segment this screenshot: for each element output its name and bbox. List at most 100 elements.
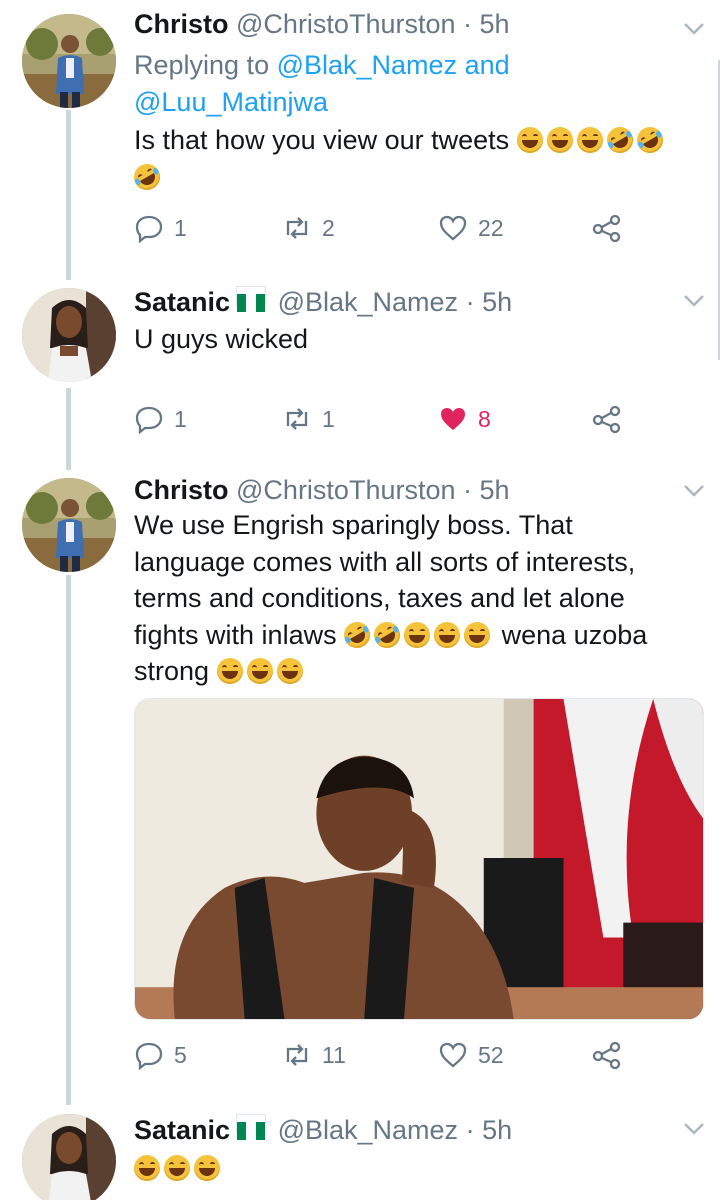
reply-button[interactable]: 1	[134, 211, 187, 245]
like-count: 8	[478, 405, 491, 432]
heart-icon	[439, 1042, 467, 1068]
retweet-button[interactable]: 11	[282, 1038, 346, 1072]
grinning-sweat-emoji	[546, 127, 573, 153]
reply-button[interactable]: 1	[134, 402, 187, 436]
separator-dot: ·	[465, 287, 475, 317]
chevron-down-icon[interactable]	[683, 294, 705, 308]
tweet-header: Christo @ChristoThurston · 5h	[134, 474, 510, 506]
timestamp[interactable]: 5h	[480, 9, 510, 39]
chevron-down-icon[interactable]	[683, 22, 705, 36]
thread-line	[66, 575, 71, 1105]
display-name[interactable]: Christo	[134, 475, 229, 505]
reply-button[interactable]: 5	[134, 1038, 187, 1072]
nigeria-flag-icon	[236, 286, 267, 312]
rofl-emoji	[339, 616, 375, 653]
scrollbar[interactable]	[718, 60, 725, 360]
chevron-down-icon[interactable]	[683, 1122, 705, 1136]
grinning-sweat-emoji	[276, 658, 303, 684]
reply-count: 5	[174, 1041, 187, 1068]
display-name[interactable]: Christo	[134, 9, 229, 39]
timestamp[interactable]: 5h	[482, 1115, 512, 1145]
grinning-sweat-emoji	[516, 127, 543, 153]
tweet-text-line: strong	[134, 656, 210, 686]
separator-dot: ·	[463, 9, 473, 39]
replying-prefix: Replying to	[134, 50, 277, 80]
grinning-sweat-emoji	[134, 1155, 160, 1181]
share-button[interactable]	[592, 211, 632, 245]
tweet-actions: 5 11 52	[134, 1038, 634, 1072]
tweet-header: Satanic @Blak_Namez · 5h	[134, 286, 512, 318]
chevron-down-icon[interactable]	[683, 484, 705, 498]
replying-to: Replying to @Blak_Namez and @Luu_Matinjw…	[134, 47, 510, 121]
retweet-icon	[286, 217, 308, 239]
share-icon	[592, 1041, 621, 1070]
tweet-text	[134, 1150, 694, 1187]
tweet-text-content: U guys wicked	[134, 324, 309, 354]
timestamp[interactable]: 5h	[480, 475, 510, 505]
tweet-actions: 1 2 22	[134, 211, 634, 245]
grinning-sweat-emoji	[404, 621, 431, 648]
tweet-actions: 1 1 8	[134, 402, 634, 436]
share-button[interactable]	[592, 1038, 632, 1072]
like-count: 52	[478, 1041, 504, 1068]
display-name[interactable]: Satanic	[134, 1115, 230, 1145]
nigeria-flag-icon	[236, 1114, 267, 1140]
tweet-header: Christo @ChristoThurston · 5h	[134, 8, 510, 40]
retweet-button[interactable]: 2	[282, 211, 335, 245]
rofl-emoji	[601, 122, 638, 158]
avatar[interactable]	[22, 1114, 116, 1200]
heart-icon	[439, 215, 467, 241]
grinning-sweat-emoji	[464, 621, 491, 648]
tweet-text: Is that how you view our tweets	[129, 122, 694, 195]
tweet-text-line: language comes with all sorts of interes…	[134, 546, 636, 577]
separator-dot: ·	[465, 1115, 475, 1145]
share-icon	[592, 214, 621, 243]
grinning-sweat-emoji	[576, 127, 603, 153]
reply-count: 1	[174, 405, 187, 432]
retweet-icon	[286, 1044, 308, 1066]
mention-link[interactable]: @Luu_Matinjwa	[134, 87, 328, 117]
separator-dot: ·	[463, 475, 473, 505]
reply-icon	[135, 215, 163, 243]
grinning-sweat-emoji	[216, 658, 243, 684]
user-handle[interactable]: @Blak_Namez	[278, 1115, 458, 1145]
tweet-header: Satanic @Blak_Namez · 5h	[134, 1114, 512, 1146]
tweet-text-line: fights with inlaws	[134, 619, 337, 650]
tweet-text-line: We use Engrish sparingly boss. That	[134, 510, 573, 540]
tweet-media-image[interactable]	[134, 698, 704, 1020]
user-handle[interactable]: @Blak_Namez	[278, 287, 458, 317]
tweet-text-line: wena uzoba	[501, 619, 648, 650]
mention-link[interactable]: @Blak_Namez	[277, 50, 457, 80]
share-button[interactable]	[592, 402, 632, 436]
heart-filled-icon	[441, 408, 465, 430]
rofl-emoji	[369, 616, 405, 653]
avatar[interactable]	[22, 478, 116, 572]
avatar[interactable]	[22, 14, 116, 108]
tweet-text: We use Engrish sparingly boss. That lang…	[134, 507, 709, 690]
thread-line	[66, 110, 71, 280]
reply-icon	[135, 406, 163, 434]
like-button[interactable]: 22	[438, 211, 504, 245]
reply-count: 1	[174, 214, 187, 241]
like-button[interactable]: 52	[438, 1038, 504, 1072]
tweet-text-line: terms and conditions, taxes and let alon…	[134, 583, 625, 613]
retweet-count: 11	[322, 1041, 346, 1068]
grinning-sweat-emoji	[164, 1155, 190, 1181]
thread-line	[66, 388, 71, 470]
rofl-emoji	[129, 158, 165, 195]
like-button[interactable]: 8	[438, 402, 491, 436]
timestamp[interactable]: 5h	[482, 287, 512, 317]
user-handle[interactable]: @ChristoThurston	[236, 475, 455, 505]
user-handle[interactable]: @ChristoThurston	[236, 9, 455, 39]
grinning-sweat-emoji	[194, 1155, 220, 1181]
avatar[interactable]	[22, 288, 116, 382]
replying-and[interactable]: and	[457, 50, 510, 80]
rofl-emoji	[631, 122, 668, 158]
tweet-text-content: Is that how you view our tweets	[134, 125, 510, 155]
retweet-button[interactable]: 1	[282, 402, 335, 436]
display-name[interactable]: Satanic	[134, 287, 230, 317]
like-count: 22	[478, 214, 504, 241]
retweet-count: 1	[322, 405, 335, 432]
reply-icon	[135, 1042, 163, 1070]
retweet-count: 2	[322, 214, 335, 241]
